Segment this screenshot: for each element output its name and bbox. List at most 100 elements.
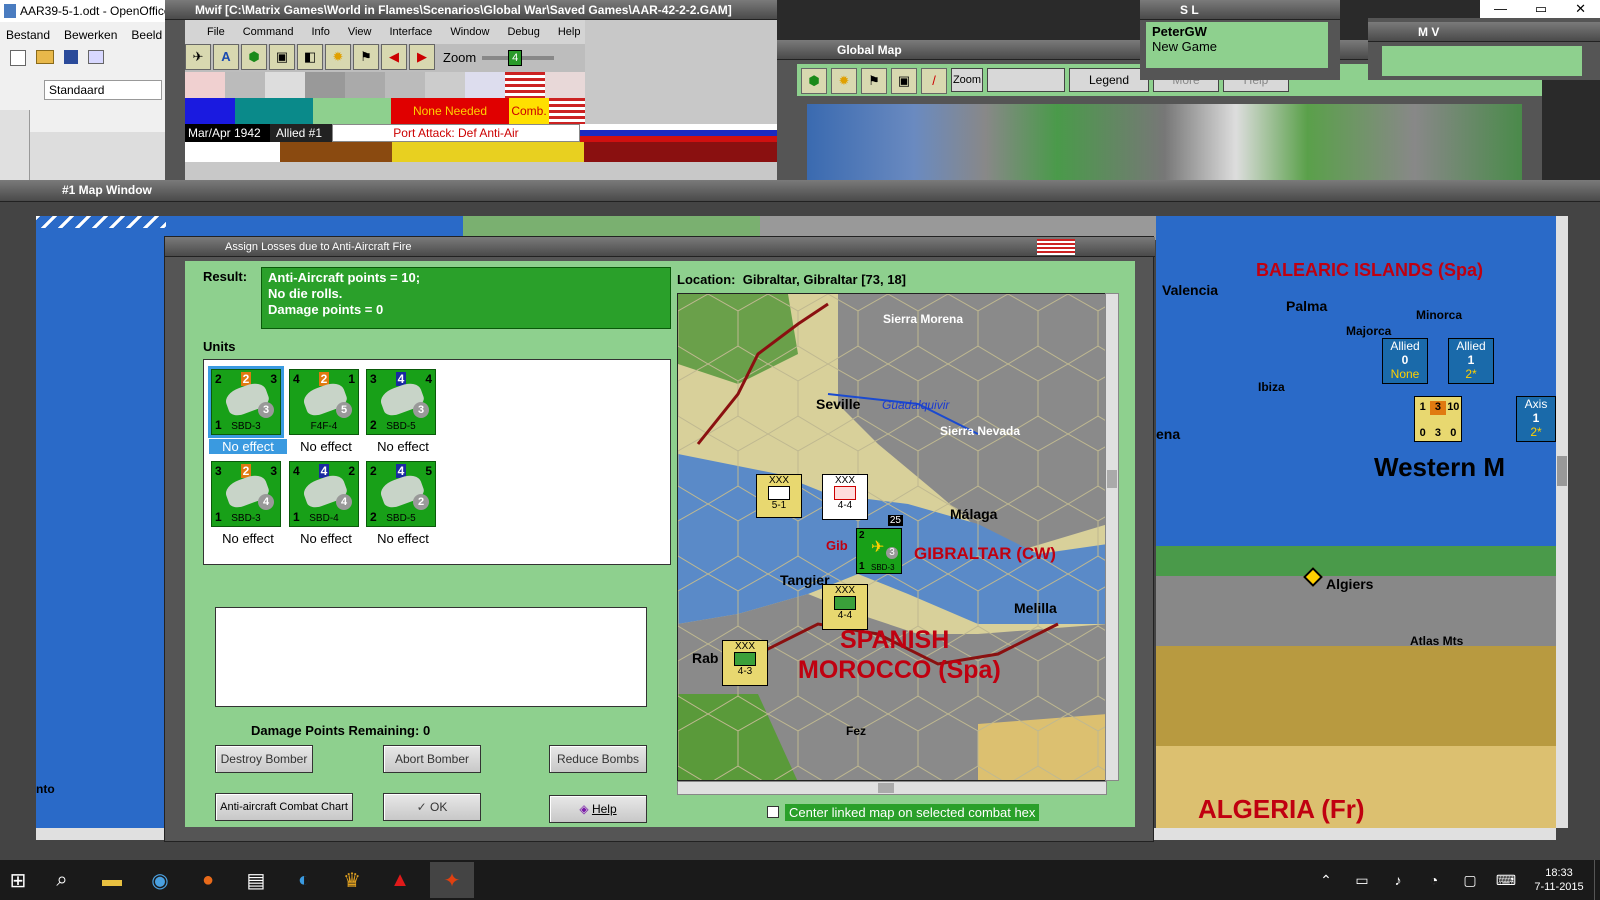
zoom-slider[interactable]: 4: [478, 44, 558, 72]
keyboard-icon[interactable]: ⌨: [1488, 862, 1524, 898]
unit-card[interactable]: 3 2 3 4 1 SBD-3 No effect: [209, 459, 283, 549]
unit-tr: 2: [348, 464, 355, 478]
edit-icon[interactable]: [88, 50, 104, 64]
message-box[interactable]: [215, 607, 647, 707]
wifi-icon[interactable]: ◔: [1416, 862, 1452, 898]
map-vscroll-thumb[interactable]: [1557, 456, 1567, 486]
battery-icon[interactable]: ▭: [1344, 862, 1380, 898]
menu-window[interactable]: Window: [450, 26, 489, 44]
close-icon[interactable]: ✕: [1575, 0, 1586, 18]
menu-view[interactable]: View: [348, 26, 372, 44]
combat-minimap[interactable]: Sierra Morena Seville Guadalquivir Sierr…: [677, 293, 1107, 781]
mm-unit-1[interactable]: XXX 5-1: [756, 474, 802, 518]
menu-interface[interactable]: Interface: [390, 26, 433, 44]
pdf-icon[interactable]: ▲: [382, 862, 418, 898]
unit-counter[interactable]: 3 4 4 3 2 SBD-5: [366, 369, 436, 435]
mm-unit-2[interactable]: XXX 4-4: [822, 474, 868, 520]
gm-ruler-button[interactable]: [987, 68, 1065, 92]
minimap-vscroll[interactable]: [1105, 293, 1119, 781]
gm-unit-icon[interactable]: ▣: [891, 68, 917, 94]
document-app-icon[interactable]: ▤: [238, 862, 274, 898]
sun-tool-icon[interactable]: ✹: [325, 44, 351, 70]
global-map-canvas[interactable]: [807, 104, 1522, 180]
unit-card[interactable]: 4 2 1 5 F4F-4 No effect: [287, 367, 361, 457]
destroy-bomber-button[interactable]: Destroy Bomber: [215, 745, 313, 773]
unit-counter[interactable]: 4 2 1 5 F4F-4: [289, 369, 359, 435]
bird-app-icon[interactable]: ◐: [286, 862, 322, 898]
menu-bewerken[interactable]: Bewerken: [64, 28, 117, 42]
gm-sun-icon[interactable]: ✹: [831, 68, 857, 94]
game-app-icon[interactable]: ♛: [334, 862, 370, 898]
abort-bomber-button[interactable]: Abort Bomber: [383, 745, 481, 773]
new-doc-icon[interactable]: [10, 50, 26, 66]
ok-button[interactable]: ✓ OK: [383, 793, 481, 821]
gm-legend-button[interactable]: Legend: [1069, 68, 1149, 92]
gm-flag-icon[interactable]: ⚑: [861, 68, 887, 94]
browser-icon[interactable]: ◉: [142, 862, 178, 898]
file-explorer-icon[interactable]: ▬: [94, 862, 130, 898]
arrow-left-icon[interactable]: ◀: [381, 44, 407, 70]
minimap-hscroll[interactable]: [677, 781, 1107, 795]
allied-status-a[interactable]: Allied 0 None: [1382, 338, 1428, 384]
plane-tool-icon[interactable]: ✈: [185, 44, 211, 70]
start-icon[interactable]: ⊞: [0, 862, 36, 898]
mm-gib-counter[interactable]: 2 25 ✈ 3 1 SBD-3: [856, 515, 903, 574]
unit-card[interactable]: 4 4 2 4 1 SBD-4 No effect: [287, 459, 361, 549]
menu-bestand[interactable]: Bestand: [6, 28, 50, 42]
clock[interactable]: 18:33 7-11-2015: [1524, 866, 1594, 894]
arrow-right-icon[interactable]: ▶: [409, 44, 435, 70]
center-linked-option[interactable]: Center linked map on selected combat hex: [767, 803, 1040, 821]
unit-counter[interactable]: 2 2 3 3 1 SBD-3: [208, 366, 284, 438]
axis-status[interactable]: Axis 1 2*: [1516, 396, 1556, 442]
map-right[interactable]: BALEARIC ISLANDS (Spa) Valencia Palma Ma…: [1156, 216, 1556, 828]
restore-icon[interactable]: ▭: [1535, 0, 1547, 18]
unit-name: SBD-4: [309, 513, 339, 524]
card-tool-icon[interactable]: ◧: [297, 44, 323, 70]
firefox-icon[interactable]: ●: [190, 862, 226, 898]
unit-card[interactable]: 2 2 3 3 1 SBD-3 No effect: [208, 366, 287, 457]
minimap-vscroll-thumb[interactable]: [1107, 470, 1117, 488]
gm-zoom-button[interactable]: Zoom: [951, 68, 983, 92]
open-folder-icon[interactable]: [36, 50, 54, 64]
text-tool-icon[interactable]: A: [213, 44, 239, 70]
zoom-slider-thumb[interactable]: 4: [508, 50, 523, 66]
flag-tool-icon[interactable]: ⚑: [353, 44, 379, 70]
unit-counter[interactable]: 4 4 2 4 1 SBD-4: [289, 461, 359, 527]
allied-status-b[interactable]: Allied 1 2*: [1448, 338, 1494, 384]
search-icon[interactable]: ⌕: [44, 862, 80, 898]
volume-icon[interactable]: ♪: [1380, 862, 1416, 898]
unit-counter[interactable]: 2 4 5 2 2 SBD-5: [366, 461, 436, 527]
map-vscroll[interactable]: [1556, 216, 1568, 828]
menu-command[interactable]: Command: [243, 26, 294, 44]
unit-card[interactable]: 2 4 5 2 2 SBD-5 No effect: [364, 459, 438, 549]
mwif-taskbar-icon[interactable]: ✦: [430, 862, 474, 898]
menu-file[interactable]: File: [207, 26, 225, 44]
map-sea-left[interactable]: nto: [36, 216, 166, 828]
hex-tool-icon[interactable]: ⬢: [241, 44, 267, 70]
openoffice-icon: [4, 4, 16, 18]
help-button[interactable]: ◈ Help: [549, 795, 647, 823]
menu-beeld[interactable]: Beeld: [131, 28, 162, 42]
aa-combat-chart-button[interactable]: Anti-aircraft Combat Chart: [215, 793, 353, 821]
minimap-hscroll-thumb[interactable]: [878, 783, 894, 793]
gm-hex-icon[interactable]: ⬢: [801, 68, 827, 94]
unit-card[interactable]: 3 4 4 3 2 SBD-5 No effect: [364, 367, 438, 457]
reduce-bombs-button[interactable]: Reduce Bombs: [549, 745, 647, 773]
unit-counter[interactable]: 3 2 3 4 1 SBD-3: [211, 461, 281, 527]
minimize-icon[interactable]: —: [1494, 0, 1507, 18]
mm-unit-4[interactable]: XXX 4-3: [722, 640, 768, 686]
tray-chevron-icon[interactable]: ⌃: [1308, 862, 1344, 898]
menu-debug[interactable]: Debug: [507, 26, 539, 44]
style-box[interactable]: Standaard: [44, 80, 162, 100]
save-icon[interactable]: [64, 50, 78, 64]
unit-tool-icon[interactable]: ▣: [269, 44, 295, 70]
show-desktop[interactable]: [1594, 860, 1600, 900]
menu-help[interactable]: Help: [558, 26, 581, 44]
mm-unit-3[interactable]: XXX 4-4: [822, 584, 868, 630]
center-linked-checkbox[interactable]: [767, 806, 779, 818]
menu-info[interactable]: Info: [311, 26, 329, 44]
notification-icon[interactable]: ▢: [1452, 862, 1488, 898]
unit-circle: 4: [336, 494, 352, 510]
gm-pen-icon[interactable]: /: [921, 68, 947, 94]
map-stack-counter[interactable]: 1 3 10 0 3 0: [1414, 396, 1462, 442]
